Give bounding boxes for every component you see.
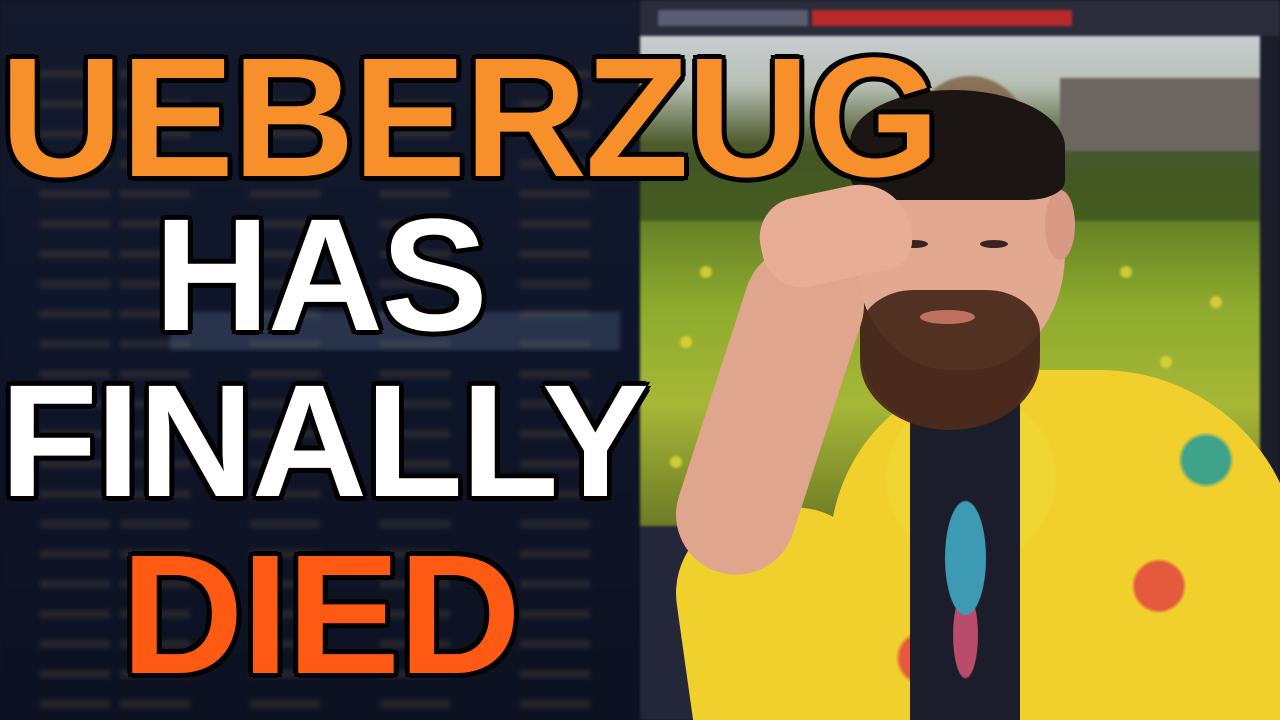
headline-line-3: FINALLY xyxy=(0,351,649,530)
headline: UEBERZUG HAS FINALLY DIED xyxy=(0,0,940,720)
thumbnail: UEBERZUG HAS FINALLY DIED xyxy=(0,0,1280,720)
headline-line-2: HAS xyxy=(154,185,488,364)
headline-line-4: DIED xyxy=(120,520,521,710)
floral-shirt xyxy=(830,370,1280,720)
headline-line-1: UEBERZUG xyxy=(0,23,940,213)
